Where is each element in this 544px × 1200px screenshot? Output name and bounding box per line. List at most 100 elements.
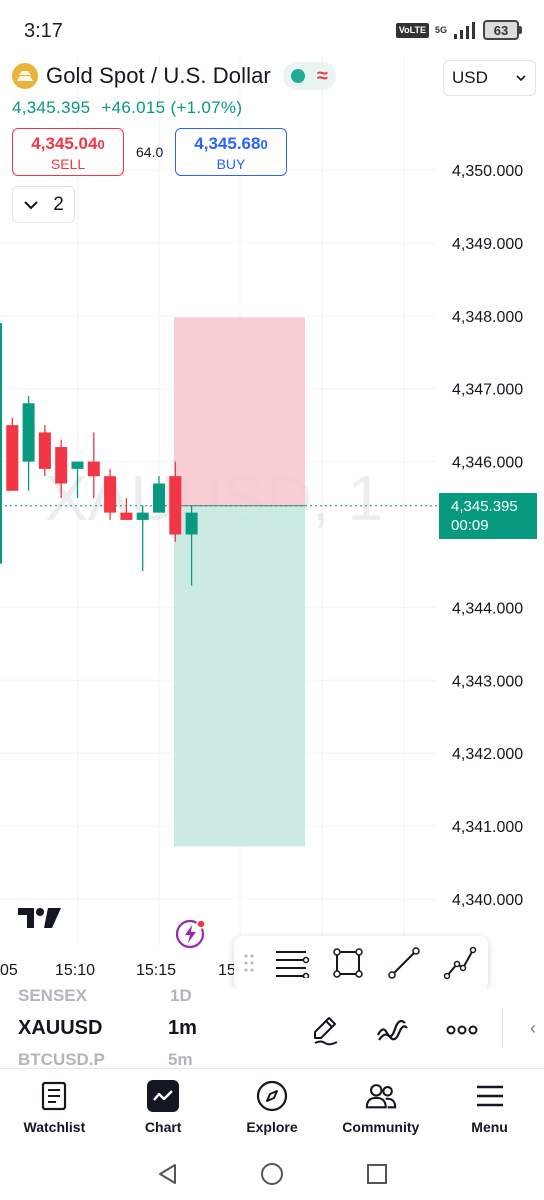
drawing-toolbar[interactable] <box>234 936 488 990</box>
candle-body <box>104 476 117 513</box>
watchlist-icon <box>37 1079 71 1113</box>
next-interval[interactable]: 5m <box>168 1050 193 1068</box>
prev-symbol[interactable]: SENSEX <box>18 988 87 1006</box>
nav-label: Menu <box>471 1119 508 1135</box>
candle-body <box>185 512 198 535</box>
battery-level: 63 <box>493 22 509 38</box>
drag-handle-icon[interactable] <box>234 953 264 973</box>
back-icon[interactable] <box>156 1162 178 1186</box>
take-profit-zone <box>174 505 305 847</box>
candle-body <box>38 432 51 469</box>
chart-icon <box>146 1079 180 1113</box>
signal-icon <box>454 22 475 39</box>
candle-body <box>120 512 133 520</box>
sell-price-pip: 0 <box>97 137 105 152</box>
system-navigation-bar[interactable] <box>0 1148 544 1200</box>
last-price: 4,345.395 <box>12 98 91 117</box>
active-interval[interactable]: 1m <box>168 1017 197 1040</box>
nav-label: Chart <box>144 1119 182 1135</box>
indicator-count: 2 <box>53 193 64 215</box>
sell-label: SELL <box>50 156 86 172</box>
market-status-pill[interactable]: ≈ <box>282 62 336 90</box>
candle-body <box>87 461 100 477</box>
nav-label: Explore <box>246 1119 298 1135</box>
bottom-navigation[interactable]: Watchlist Chart Explore Community Menu <box>0 1068 544 1148</box>
price-tick-label: 4,348.000 <box>452 309 523 326</box>
nav-explore[interactable]: Explore <box>218 1069 327 1148</box>
network-type: 5G <box>434 24 447 35</box>
wave-icon: ≈ <box>316 65 328 87</box>
time-tick: 15:10 <box>55 962 96 979</box>
battery-icon: 63 <box>483 20 522 40</box>
trend-line-tool-icon[interactable] <box>376 936 432 990</box>
watchlist-strip[interactable]: SENSEX 1D XAUUSD 1m BTCUSD.P 5m ‹ <box>0 988 544 1068</box>
time-tick: 15:15 <box>136 962 177 979</box>
nav-menu[interactable]: Menu <box>435 1069 544 1148</box>
stop-loss-zone <box>174 317 305 506</box>
spread-value: 64.0 <box>136 144 164 160</box>
hamburger-menu-icon <box>473 1079 507 1113</box>
drawing-pen-icon[interactable] <box>308 1012 344 1048</box>
rectangle-tool-icon[interactable] <box>320 936 376 990</box>
buy-label: BUY <box>216 156 246 172</box>
buy-button[interactable]: 4,345.680 BUY <box>175 128 287 176</box>
candle-body <box>6 425 19 491</box>
candle-body <box>153 483 165 513</box>
price-change-line: 4,345.395 +46.015 (+1.07%) <box>12 98 242 118</box>
community-icon <box>364 1079 398 1113</box>
price-change-percent: (+1.07%) <box>170 98 243 117</box>
flash-icon[interactable] <box>174 916 208 950</box>
nav-watchlist[interactable]: Watchlist <box>0 1069 109 1148</box>
chevron-down-icon <box>516 75 526 82</box>
price-tick-label: 4,349.000 <box>452 236 523 253</box>
price-tick-label: 4,341.000 <box>452 819 523 836</box>
price-tick-label: 4,344.000 <box>452 600 523 617</box>
time-tick: 05 <box>0 962 18 979</box>
fib-levels-tool-icon[interactable] <box>264 936 320 990</box>
more-options-icon[interactable] <box>444 1012 480 1048</box>
candle-body <box>136 512 149 520</box>
scribble-icon[interactable] <box>374 1012 410 1048</box>
sell-button[interactable]: 4,345.040 SELL <box>12 128 124 176</box>
nav-community[interactable]: Community <box>326 1069 435 1148</box>
price-tick-label: 4,342.000 <box>452 746 523 763</box>
price-change: +46.015 <box>101 98 166 117</box>
candle-body <box>0 323 2 564</box>
current-price: 4,345.395 <box>451 498 518 515</box>
buy-price-pip: 0 <box>260 137 268 152</box>
next-symbol[interactable]: BTCUSD.P <box>18 1050 105 1068</box>
gold-logo-icon <box>12 63 38 89</box>
chevron-left-icon[interactable]: ‹ <box>530 1018 536 1039</box>
bar-countdown: 00:09 <box>451 517 489 534</box>
price-tick-label: 4,343.000 <box>452 673 523 690</box>
nav-label: Watchlist <box>23 1119 86 1135</box>
clock: 3:17 <box>24 20 63 42</box>
chevron-down-icon <box>24 200 38 209</box>
status-icons: VoLTE 5G 63 <box>395 20 522 40</box>
buy-price: 4,345.68 <box>194 134 261 153</box>
price-tick-label: 4,340.000 <box>452 892 523 909</box>
currency-value: USD <box>452 68 488 87</box>
candle-body <box>22 403 35 462</box>
candle-body <box>55 447 68 484</box>
home-icon[interactable] <box>260 1162 284 1186</box>
market-open-icon <box>290 69 305 83</box>
prev-interval[interactable]: 1D <box>170 988 192 1006</box>
candle-body <box>169 476 182 535</box>
nav-chart[interactable]: Chart <box>109 1069 218 1148</box>
active-symbol[interactable]: XAUUSD <box>18 1017 102 1040</box>
volte-badge: VoLTE <box>395 22 429 38</box>
symbol-title[interactable]: Gold Spot / U.S. Dollar <box>46 63 271 89</box>
price-tick-label: 4,346.000 <box>452 455 523 472</box>
tradingview-logo[interactable] <box>18 906 62 935</box>
status-bar: 3:17 VoLTE 5G 63 <box>0 0 544 64</box>
sell-price: 4,345.04 <box>31 134 98 153</box>
current-price-label: 4,345.395 00:09 <box>439 493 537 539</box>
divider <box>502 1008 503 1048</box>
symbol-header[interactable]: Gold Spot / U.S. Dollar ≈ <box>12 62 336 90</box>
recents-icon[interactable] <box>366 1163 388 1185</box>
currency-select[interactable]: USD <box>443 60 536 96</box>
compass-icon <box>255 1079 289 1113</box>
path-tool-icon[interactable] <box>432 936 488 990</box>
indicators-toggle-button[interactable]: 2 <box>12 186 75 223</box>
